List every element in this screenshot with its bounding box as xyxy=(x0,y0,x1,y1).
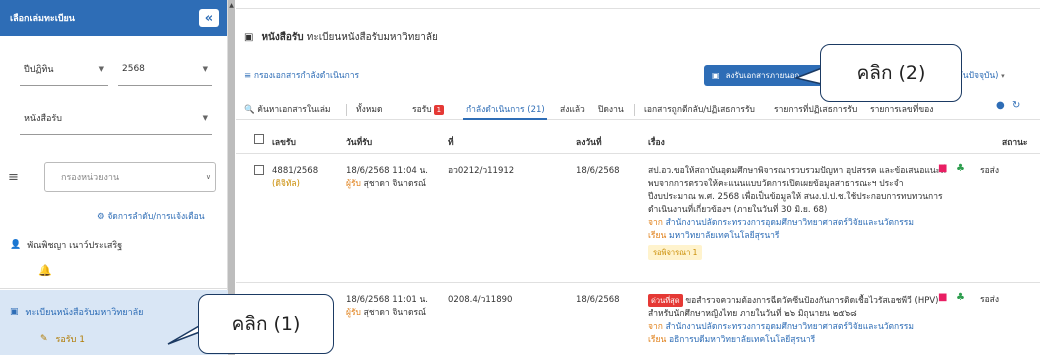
unit-filter-select[interactable]: กรองหน่วยงาน ∨ xyxy=(44,162,216,192)
chevron-down-icon: ▼ xyxy=(98,64,104,73)
receive-number: 4881/2568 (ดิจิทัล) xyxy=(272,166,319,189)
filter-icon: ≡ xyxy=(8,170,19,185)
search-icon: 🔍 xyxy=(244,105,258,115)
doc-number: 0208.4/ว11890 xyxy=(448,295,513,305)
sidebar-divider xyxy=(0,288,228,289)
sidebar: เลือกเล่มทะเบียน « ปีปฏิทิน ▼ 2568 ▼ หนั… xyxy=(0,0,228,355)
bell-icon[interactable]: 🔔 xyxy=(38,264,52,277)
bookmark-icon[interactable]: ■ xyxy=(938,163,947,174)
subject-cell: สป.อว.ขอให้สถาบันอุดมศึกษาพิจารณารวบรวมป… xyxy=(648,165,946,260)
tab-refused[interactable]: รายการที่ปฏิเสธการรับ xyxy=(774,102,857,116)
user-name: พัณพิชญา เนาว์ประเสริฐ xyxy=(27,241,123,251)
callout-click-2: คลิก (2) xyxy=(820,44,962,102)
tab-separator xyxy=(634,104,635,116)
collapse-sidebar-button[interactable]: « xyxy=(199,9,219,27)
book-type-select[interactable]: หนังสือรับ ▼ xyxy=(20,101,212,135)
callout-click-1: คลิก (1) xyxy=(198,294,334,354)
pending-label: รอรับ 1 xyxy=(55,335,85,345)
filter-icon: ≡ xyxy=(244,71,254,81)
unit-filter-placeholder: กรองหน่วยงาน xyxy=(61,173,120,183)
chevron-down-icon: ∨ xyxy=(205,173,211,181)
table-row[interactable]: 18/6/2568 11:01 น. ผู้รับ สุชาดา จินาดรณ… xyxy=(236,284,1040,355)
sidebar-item-pending[interactable]: ✎ รอรับ 1 xyxy=(40,332,85,346)
col-doc-date: ลงวันที่ xyxy=(576,138,602,148)
org-chart-icon[interactable]: ♣ xyxy=(956,292,965,303)
tab-in-progress[interactable]: กำลังดำเนินการ (21) xyxy=(466,102,545,116)
doc-date: 18/6/2568 xyxy=(576,166,620,176)
tab-sent[interactable]: ส่งแล้ว xyxy=(560,102,585,116)
registry-label: ทะเบียนหนังสือรับมหาวิทยาลัย xyxy=(25,308,144,318)
page-title: ▣ หนังสือรับ ทะเบียนหนังสือรับมหาวิทยาลั… xyxy=(244,32,438,43)
row-checkbox[interactable] xyxy=(254,165,264,175)
doc-number: อว0212/ว11912 xyxy=(448,166,515,176)
tab-separator xyxy=(346,104,347,116)
status-tag: รอพิจารณา 1 xyxy=(648,245,703,260)
chevron-down-icon: ▾ xyxy=(1001,72,1005,80)
receive-date: 18/6/2568 11:04 น. ผู้รับ สุชาดา จินาดรณ… xyxy=(346,166,428,189)
tab-pending[interactable]: รอรับ 1 xyxy=(412,102,445,116)
sidebar-header: เลือกเล่มทะเบียน « xyxy=(0,0,227,36)
register-external-button[interactable]: ▣ ลงรับเอกสารภายนอก xyxy=(704,65,824,86)
settings-icon: ⚙ xyxy=(97,212,108,222)
col-subject: เรื่อง xyxy=(648,138,665,148)
user-item[interactable]: 👤 พัณพิชญา เนาว์ประเสริฐ xyxy=(10,238,122,252)
filter-in-progress-link[interactable]: ≡ กรองเอกสารกำลังดำเนินการ xyxy=(244,68,359,82)
top-divider xyxy=(236,8,1040,9)
search-in-book[interactable]: 🔍 ค้นหาเอกสารในเล่ม xyxy=(244,102,331,116)
app-root: เลือกเล่มทะเบียน « ปีปฏิทิน ▼ 2568 ▼ หนั… xyxy=(0,0,1040,355)
person-icon: 👤 xyxy=(10,240,22,250)
info-icon[interactable]: ● xyxy=(996,100,1005,111)
col-doc-no: ที่ xyxy=(448,138,454,148)
tab-cancelled[interactable]: รายการเลขที่ของ xyxy=(870,102,933,116)
year-type-value: ปีปฏิทิน xyxy=(24,64,54,75)
year-type-select[interactable]: ปีปฏิทิน ▼ xyxy=(20,52,108,86)
table-header: เลขรับ วันที่รับ ที่ ลงวันที่ เรื่อง สถา… xyxy=(236,126,1040,154)
doc-date: 18/6/2568 xyxy=(576,295,620,305)
book-type-value: หนังสือรับ xyxy=(24,113,62,124)
status-badge: รอส่ง xyxy=(980,166,1000,176)
date-filter-dropdown[interactable]: วันปัจจุบัน) ▾ xyxy=(958,68,1005,82)
pending-badge: 1 xyxy=(433,105,445,115)
book-icon: ▣ xyxy=(10,307,19,317)
status-badge: รอส่ง xyxy=(980,295,1000,305)
tab-all[interactable]: ทั้งหมด xyxy=(356,102,382,116)
scroll-up-icon[interactable]: ▲ xyxy=(228,2,235,9)
year-value: 2568 xyxy=(122,63,145,74)
table-row[interactable]: 4881/2568 (ดิจิทัล) 18/6/2568 11:04 น. ผ… xyxy=(236,155,1040,283)
chevron-down-icon: ▼ xyxy=(202,64,208,73)
sidebar-selected-bg xyxy=(0,290,228,355)
year-select[interactable]: 2568 ▼ xyxy=(118,52,212,86)
col-date: วันที่รับ xyxy=(346,138,373,148)
active-tab-indicator xyxy=(463,118,547,120)
select-all-checkbox[interactable] xyxy=(254,134,264,144)
receive-date: 18/6/2568 11:01 น. ผู้รับ สุชาดา จินาดรณ… xyxy=(346,295,428,318)
bookmark-icon[interactable]: ■ xyxy=(938,292,947,303)
sidebar-item-registry[interactable]: ▣ ทะเบียนหนังสือรับมหาวิทยาลัย xyxy=(10,305,143,319)
subject-cell: ด่วนที่สุด ขอสำรวจความต้องการฉีดวัคซีนป้… xyxy=(648,294,939,345)
sidebar-title: เลือกเล่มทะเบียน xyxy=(10,14,75,24)
pencil-icon: ✎ xyxy=(40,334,48,344)
chevron-down-icon: ▼ xyxy=(202,113,208,122)
col-status: สถานะ xyxy=(1002,138,1028,148)
tab-closed[interactable]: ปิดงาน xyxy=(598,102,624,116)
refresh-icon[interactable]: ↻ xyxy=(1012,100,1020,111)
urgent-badge: ด่วนที่สุด xyxy=(648,294,683,307)
col-number: เลขรับ xyxy=(272,138,296,148)
org-chart-icon[interactable]: ♣ xyxy=(956,163,965,174)
inbox-icon: ▣ xyxy=(712,71,720,80)
manage-order-link[interactable]: ⚙ จัดการลำดับ/การแจ้งเตือน xyxy=(97,209,205,223)
tab-returned[interactable]: เอกสารถูกตีกลับ/ปฏิเสธการรับ xyxy=(644,102,755,116)
book-icon: ▣ xyxy=(244,32,254,43)
